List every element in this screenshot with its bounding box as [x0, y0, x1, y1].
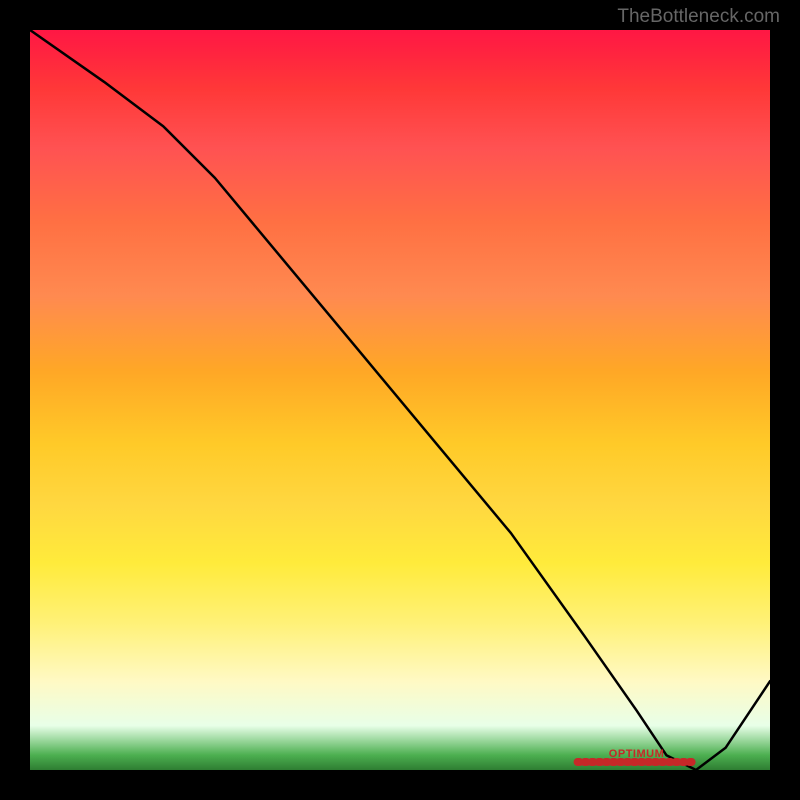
optimum-label: OPTIMUM — [609, 748, 664, 760]
credit-text: TheBottleneck.com — [617, 6, 780, 28]
gradient-background — [30, 30, 770, 770]
chart-area: OPTIMUM — [30, 30, 770, 770]
